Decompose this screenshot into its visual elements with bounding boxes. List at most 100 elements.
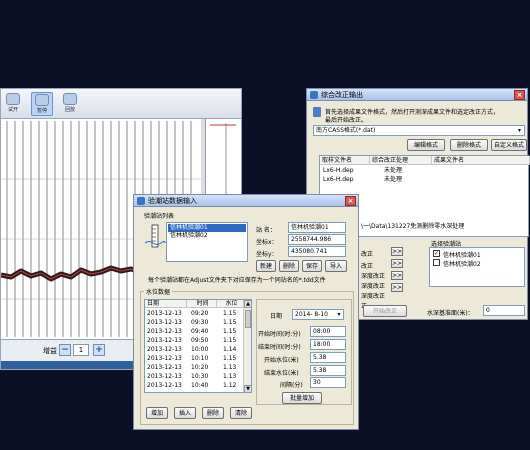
- x-coordinate-input[interactable]: 2558744.986: [288, 234, 346, 245]
- table-header[interactable]: 成果文件名: [432, 156, 530, 165]
- new-station-button[interactable]: 新建: [256, 260, 276, 272]
- table-row[interactable]: 2013-12-13 10:20 1.13: [145, 363, 249, 372]
- end-time-input[interactable]: 18:00: [310, 339, 346, 350]
- table-row[interactable]: 2013-12-13 10:40 1.12: [145, 381, 249, 390]
- y-coordinate-input[interactable]: 435080.741: [288, 246, 346, 257]
- scroll-thumb[interactable]: [245, 310, 251, 328]
- chevron-down-icon[interactable]: ▾: [335, 310, 343, 319]
- water-data-label: 水位数据: [144, 287, 173, 296]
- table-header[interactable]: 时间: [187, 300, 217, 308]
- gain-value[interactable]: 1: [73, 344, 89, 356]
- time-cell: 10:10: [191, 355, 209, 362]
- window-icon: [310, 91, 318, 99]
- station-name-input[interactable]: 信林机验潮01: [288, 222, 346, 233]
- path-text: \一\Data\131227免测删除零水深处理: [361, 223, 465, 230]
- close-icon[interactable]: ×: [514, 90, 525, 100]
- custom-format-button[interactable]: 自定义格式: [491, 139, 527, 151]
- chart-toolbar: 试开 暂停 回放: [1, 89, 241, 119]
- water-level-table: 日期 时间 水位 2013-12-13 09:20 1.15 2013-12-1…: [144, 299, 252, 393]
- table-cell: Lx6-H.dep: [323, 176, 354, 183]
- edit-format-button[interactable]: 编辑格式: [407, 139, 445, 151]
- table-row[interactable]: 2013-12-13 09:50 1.15: [145, 336, 249, 345]
- pause-icon: [35, 94, 49, 106]
- description-line2: 最后开始改正。: [325, 117, 368, 124]
- table-row[interactable]: 2013-12-13 10:30 1.13: [145, 372, 249, 381]
- end-level-input[interactable]: 5.38: [310, 365, 346, 376]
- tide-dialog-title: 验潮站数据输入: [148, 197, 197, 205]
- date-cell: 2013-12-13: [147, 373, 182, 380]
- format-select[interactable]: 南方CASS格式(*.dat): [313, 125, 525, 136]
- level-cell: 1.14: [223, 346, 237, 353]
- gain-decrease-button[interactable]: −: [59, 344, 71, 356]
- table-header[interactable]: 综合改正处理: [370, 156, 432, 165]
- tide-station-checkbox[interactable]: [433, 259, 440, 266]
- import-station-button[interactable]: 导入: [325, 260, 347, 272]
- table-row[interactable]: 2013-12-13 09:40 1.15: [145, 327, 249, 336]
- table-header[interactable]: 取样文件名: [320, 156, 370, 165]
- toolbar-button-test[interactable]: 试开: [2, 92, 24, 116]
- list-item[interactable]: 信林机验潮01: [168, 224, 246, 232]
- add-row-button[interactable]: 增加: [146, 407, 168, 419]
- water-depth-datum-input[interactable]: 0: [483, 305, 525, 316]
- scroll-down-icon[interactable]: ▼: [244, 385, 251, 392]
- delete-format-button[interactable]: 删除格式: [450, 139, 488, 151]
- save-station-button[interactable]: 保存: [302, 260, 322, 272]
- table-row[interactable]: 2013-12-13 09:20 1.15: [145, 309, 249, 318]
- table-row[interactable]: 2013-12-13 10:00 1.14: [145, 345, 249, 354]
- scroll-up-icon[interactable]: ▲: [244, 300, 251, 308]
- toolbar-button-replay[interactable]: 回放: [59, 92, 81, 116]
- tide-station-name: 信林机验潮02: [443, 261, 481, 268]
- level-cell: 1.12: [223, 382, 237, 389]
- move-right-button[interactable]: >>: [391, 259, 403, 268]
- date-picker-value: 2014- 8-10: [295, 311, 328, 318]
- tide-station-checklist: ✓ 信林机验潮01 信林机验潮02: [429, 247, 525, 287]
- batch-add-button[interactable]: 批量增加: [282, 392, 322, 404]
- format-select-value: 南方CASS格式(*.dat): [316, 127, 376, 134]
- table-scrollbar[interactable]: ▲ ▼: [243, 300, 251, 392]
- move-right-button[interactable]: >>: [391, 247, 403, 256]
- level-cell: 1.15: [223, 355, 237, 362]
- interval-label: 间隔(分): [280, 382, 303, 389]
- date-label: 日期: [270, 313, 283, 320]
- chevron-down-icon[interactable]: ▾: [515, 126, 524, 135]
- interval-input[interactable]: 30: [310, 377, 346, 388]
- toolbar-label-pause: 暂停: [36, 108, 47, 114]
- start-level-label: 开始水位(米): [264, 357, 299, 364]
- tide-station-dialog: 验潮站数据输入 × 验潮站列表 信林机验潮01 信林机验潮02 站 名： 信林机…: [133, 194, 359, 430]
- gain-increase-button[interactable]: +: [93, 344, 105, 356]
- window-icon: [137, 197, 145, 205]
- tdd-note: 每个验潮站都在Adjust文件夹下对应保存为一个同站名的*.tdd文件: [148, 277, 326, 284]
- insert-row-button[interactable]: 插入: [174, 407, 196, 419]
- end-level-label: 结束水位(米): [264, 370, 299, 377]
- date-cell: 2013-12-13: [147, 355, 182, 362]
- correction-option-label: 深度改正: [361, 293, 386, 300]
- toolbar-label-replay: 回放: [64, 107, 75, 113]
- table-header[interactable]: 水位: [217, 300, 245, 308]
- move-right-button[interactable]: >>: [391, 283, 403, 292]
- start-correction-button[interactable]: 开始改正: [363, 305, 407, 317]
- table-row[interactable]: 2013-12-13 10:10 1.15: [145, 354, 249, 363]
- time-cell: 09:20: [191, 310, 209, 317]
- comprehensive-window-title: 综合改正输出: [321, 91, 363, 99]
- level-cell: 1.13: [223, 364, 237, 371]
- tide-dialog-titlebar: 验潮站数据输入 ×: [134, 195, 358, 207]
- station-list[interactable]: 信林机验潮01 信林机验潮02: [166, 222, 248, 262]
- tide-station-checkbox[interactable]: ✓: [433, 250, 440, 257]
- close-icon[interactable]: ×: [345, 196, 356, 206]
- table-row[interactable]: 2013-12-13 09:30 1.15: [145, 318, 249, 327]
- start-time-label: 开始时间(时:分): [258, 331, 301, 338]
- level-cell: 1.15: [223, 319, 237, 326]
- clear-rows-button[interactable]: 清除: [230, 407, 252, 419]
- start-time-input[interactable]: 08:00: [310, 326, 346, 337]
- delete-station-button[interactable]: 删除: [279, 260, 299, 272]
- table-header[interactable]: 日期: [145, 300, 187, 308]
- start-level-input[interactable]: 5.38: [310, 352, 346, 363]
- gain-label: 增益: [43, 347, 57, 355]
- list-item[interactable]: 信林机验潮02: [168, 232, 246, 240]
- time-cell: 09:40: [191, 328, 209, 335]
- delete-row-button[interactable]: 删除: [202, 407, 224, 419]
- y-coordinate-label: 坐标y：: [256, 251, 278, 258]
- move-right-button[interactable]: >>: [391, 271, 403, 280]
- info-icon: [313, 107, 321, 117]
- toolbar-button-pause[interactable]: 暂停: [31, 92, 53, 116]
